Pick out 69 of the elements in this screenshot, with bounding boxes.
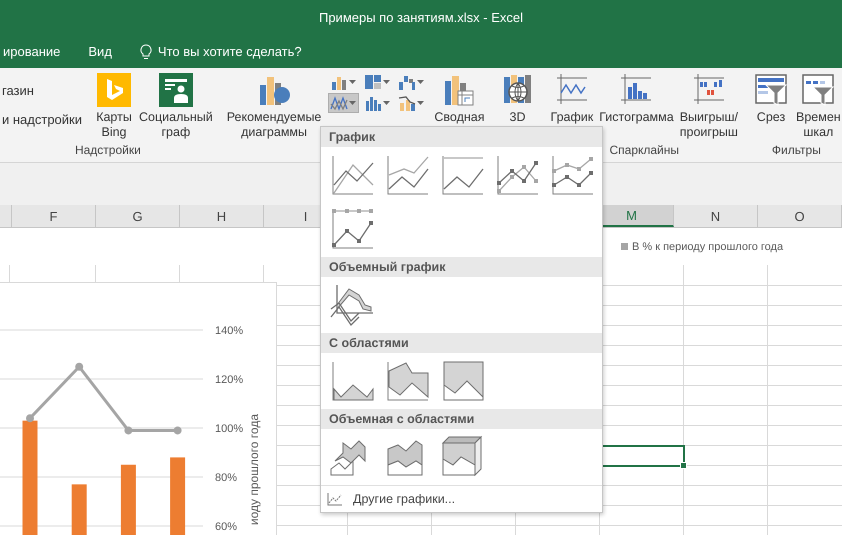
section-header: С областями [321,333,602,353]
column-header[interactable]: O [758,205,842,227]
stacked-marker-line-chart-icon[interactable] [549,153,595,197]
chart-type-button[interactable] [328,93,360,113]
filter-icon [801,73,836,107]
caret-icon [383,101,390,105]
line-chart-icon [327,492,343,506]
legend-label: В % к периоду прошлого года [632,240,784,252]
point [174,426,182,434]
ribbon-button[interactable]: Гистограмма [596,71,677,127]
axis-tick-label: 100% [215,423,244,435]
histogram-chart-icon [364,95,382,111]
column-chart-icon [330,74,348,90]
ribbon-link-button[interactable]: и надстройки [0,112,92,127]
point [26,414,34,422]
marker-line-chart-icon[interactable] [494,153,540,197]
full-stacked-marker-line-chart-icon[interactable] [329,207,375,251]
combo-chart-icon [398,95,416,111]
more-charts-item[interactable]: Другие графики... [321,485,602,512]
ribbon-button[interactable]: Времен шкал [793,71,842,142]
point [124,426,132,434]
window-title: Примеры по занятиям.xlsx - Excel [318,10,523,25]
ribbon-link-button[interactable]: газин [0,83,92,98]
ribbon-button[interactable]: График [548,71,596,127]
bar [120,464,136,535]
section-header: График [321,127,602,147]
axis-tick-label: 60% [215,521,238,533]
caret-icon [417,80,424,84]
axis-tick-label: 120% [215,374,244,386]
bar-chart-table-icon [442,73,476,107]
point [75,362,84,371]
bar [72,484,87,535]
column-header[interactable]: N [674,205,758,227]
group-label: Спарклайны [609,143,680,159]
axis-tick-label: 80% [215,472,238,484]
line-sparkline-icon [554,73,589,107]
ribbon-button[interactable]: Социальный граф [136,71,216,142]
section-header: Объемный график [321,257,602,277]
column-header[interactable]: F [12,205,96,227]
ribbon-button[interactable]: Выигрыш/ проигрыш [676,71,741,142]
tell-me-field[interactable]: Что вы хотите сделать? [158,42,338,61]
column-header[interactable]: G [96,205,180,227]
ribbon-tab[interactable]: ирование [3,42,60,61]
caret-icon [417,101,424,105]
group-label: Фильтры [772,143,821,159]
line-chart-icon [330,95,348,111]
win-loss-sparkline-icon [692,73,726,107]
three-d-line-chart-icon[interactable] [329,283,375,327]
ribbon-button[interactable]: Срез [749,71,793,127]
lightbulb-icon [140,44,152,60]
ribbon-button[interactable]: 3D [496,71,540,127]
three-d-full-stacked-area-chart-icon[interactable] [439,435,485,479]
column-sparkline-icon [619,73,654,107]
treemap-chart-icon [364,74,382,90]
section-header: Объемная с областями [321,409,602,429]
person-card-icon [158,73,193,107]
caret-icon [349,80,356,84]
caret-icon [383,80,390,84]
b-logo-icon [97,73,131,107]
axis-title: иоду прошлого года [247,414,261,526]
filter-icon [754,73,788,107]
waterfall-chart-icon [398,74,416,90]
column-header[interactable]: H [180,205,264,227]
group-label: Надстройки [74,143,141,159]
ribbon-tab[interactable]: Вид [88,42,112,61]
ribbon-button[interactable]: Сводная [431,71,488,127]
caret-icon [349,101,356,105]
axis-tick-label: 140% [215,325,244,337]
ribbon-button[interactable]: Карты Bing [92,71,136,142]
